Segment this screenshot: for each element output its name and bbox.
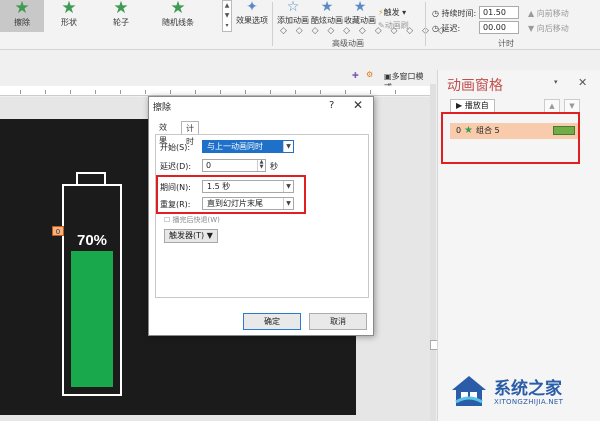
timing-panel: 开始(S): 与上一动画同时 ▼ 延迟(D): 0 ▲ ▼ 秒 期间(N): 1.5 … xyxy=(155,134,369,298)
effect-options-icon: ✦ xyxy=(246,0,258,15)
wipe-dialog: 擦除 ? ✕ 效果 计时 开始(S): 与上一动画同时 ▼ 延迟(D): 0 ▲ ▼ … xyxy=(148,96,374,336)
move-earlier-button[interactable]: ▲ 向前移动 xyxy=(528,8,569,19)
animation-order-tag[interactable]: 0 xyxy=(52,226,64,236)
dialog-highlight-box xyxy=(156,175,306,214)
trigger-button[interactable]: ⚡触发 ▾ xyxy=(378,7,406,18)
dialog-title: 擦除 xyxy=(153,103,172,113)
favorite-animation-button[interactable]: ★ 收藏动画 xyxy=(343,0,377,26)
mini-animation-icons: ◇ ◇ ◇ ◇ ◇ ◇ ◇ ◇ ◇ ◇ ◇ xyxy=(280,26,448,36)
effect-random-bars[interactable]: ★ 随机线条 xyxy=(156,0,200,32)
start-select[interactable]: 与上一动画同时 ▼ xyxy=(202,140,294,153)
battery-cap xyxy=(76,172,106,184)
move-up-button[interactable]: ▲ xyxy=(544,99,560,113)
chevron-down-icon: ▼ xyxy=(206,231,213,240)
delay-spinner[interactable]: ▲ ▼ xyxy=(257,160,265,171)
house-logo-icon xyxy=(452,376,486,406)
effect-gallery-scroll[interactable]: ▲ ▼ ▾ xyxy=(222,0,232,32)
favorite-star-icon: ★ xyxy=(353,0,367,15)
trigger-button[interactable]: 触发器(T) ▼ xyxy=(164,229,218,243)
slide-scrollbar[interactable] xyxy=(430,84,436,421)
wheel-star-icon: ★ xyxy=(113,0,129,18)
add-star-icon: ☆ xyxy=(286,0,300,15)
effect-options-button[interactable]: ✦ 效果选项 xyxy=(234,0,270,26)
close-icon[interactable]: ✕ xyxy=(353,98,363,112)
add-animation-button[interactable]: ☆ 添加动画 xyxy=(276,0,310,26)
cancel-button[interactable]: 取消 xyxy=(309,313,367,330)
help-button[interactable]: ? xyxy=(329,100,334,111)
shape-star-icon: ★ xyxy=(61,0,77,18)
secondary-toolbar: ✚ ⚙ ▣多窗口模式 xyxy=(0,70,430,92)
ruler xyxy=(0,86,430,96)
watermark: 系统之家 XITONGZHIJIA.NET xyxy=(450,372,592,414)
watermark-title: 系统之家 xyxy=(494,379,562,399)
timing-group-label: 计时 xyxy=(498,39,514,48)
pane-title: 动画窗格 xyxy=(447,78,503,94)
wipe-star-icon: ★ xyxy=(14,0,30,18)
battery-fill xyxy=(71,251,113,387)
clock-icon: ◷ xyxy=(432,9,439,18)
duration-input[interactable]: 01.50 xyxy=(479,6,519,19)
puzzle-icon[interactable]: ✚ xyxy=(352,71,359,80)
battery-body[interactable]: 70% xyxy=(62,184,122,396)
watermark-url: XITONGZHIJIA.NET xyxy=(494,398,564,406)
effect-wheel[interactable]: ★ 轮子 xyxy=(99,0,143,32)
close-icon[interactable]: ✕ xyxy=(578,76,587,89)
move-later-button[interactable]: ▼ 向后移动 xyxy=(528,23,569,34)
move-down-button[interactable]: ▼ xyxy=(564,99,580,113)
effect-shape[interactable]: ★ 形状 xyxy=(47,0,91,32)
separator xyxy=(272,2,273,46)
cool-animation-button[interactable]: ★ 酷炫动画 xyxy=(310,0,344,26)
chevron-down-icon: ▼ xyxy=(283,141,293,152)
rewind-checkbox[interactable]: ☐ 播完后快退(W) xyxy=(164,215,220,225)
tab-timing[interactable]: 计时 xyxy=(181,121,199,146)
delay-input[interactable]: 0 ▲ ▼ xyxy=(202,159,266,172)
advanced-animation-group-label: 高级动画 xyxy=(332,39,364,48)
gear-icon[interactable]: ⚙ xyxy=(366,70,373,79)
delay-label: 延迟(D): xyxy=(160,162,192,171)
tab-effect[interactable]: 效果 xyxy=(155,121,171,145)
pane-options-icon[interactable]: ▾ xyxy=(554,78,558,86)
window-icon: ▣ xyxy=(384,72,392,81)
pane-highlight-box xyxy=(441,112,580,164)
separator xyxy=(425,2,426,46)
duration-label: ◷ 持续时间: xyxy=(432,9,477,18)
delay-clock-icon: ◷ xyxy=(432,24,439,33)
ribbon: ★ 擦除 ★ 形状 ★ 轮子 ★ 随机线条 ▲ ▼ ▾ ✦ 效果选项 ☆ 添加动画 ★ 酷炫动画 … xyxy=(0,0,600,50)
play-from-button[interactable]: ▶ 播放自 xyxy=(450,99,495,113)
delay-label: ◷ 延迟: xyxy=(432,24,461,33)
cool-star-icon: ★ xyxy=(320,0,334,15)
delay-unit: 秒 xyxy=(270,162,278,171)
play-icon: ▶ xyxy=(456,101,463,110)
effect-wipe[interactable]: ★ 擦除 xyxy=(0,0,44,32)
ok-button[interactable]: 确定 xyxy=(243,313,301,330)
start-label: 开始(S): xyxy=(160,143,191,152)
random-bars-star-icon: ★ xyxy=(170,0,186,18)
battery-percent-label: 70% xyxy=(76,232,108,249)
delay-input[interactable]: 00.00 xyxy=(479,21,519,34)
